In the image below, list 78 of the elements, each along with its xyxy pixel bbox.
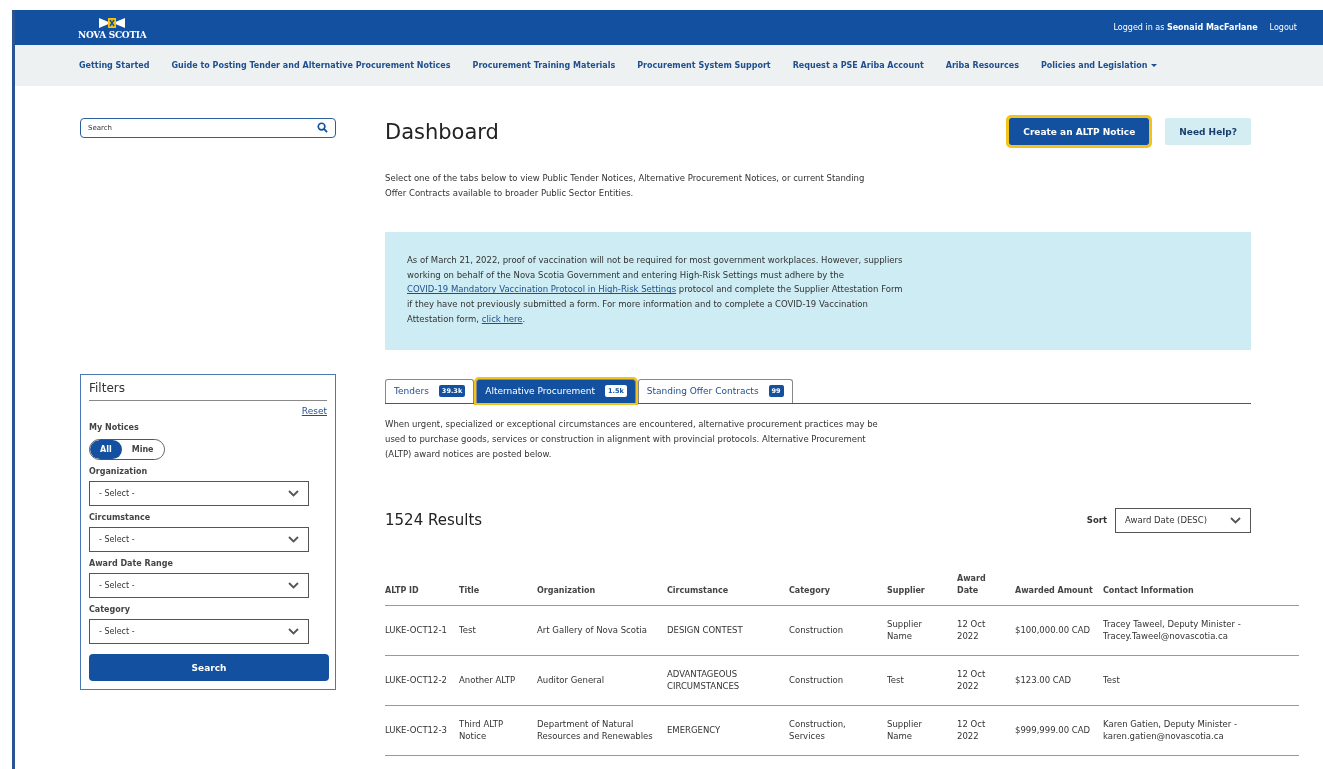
chevron-icon: [1230, 516, 1241, 524]
nav-link[interactable]: Guide to Posting Tender and Alternative Procurement Notices: [171, 61, 451, 70]
table-cell: Construction, Services: [789, 718, 846, 741]
table-cell: LUKE-OCT12-2: [385, 674, 447, 685]
select-dropdown[interactable]: - Select -: [89, 619, 309, 644]
table-cell: $100,000.00 CAD: [1015, 624, 1091, 635]
search-button[interactable]: Search: [89, 654, 329, 681]
reset-link[interactable]: Reset: [301, 406, 327, 416]
table-cell: Supplier Name: [887, 618, 923, 641]
table-cell: Test: [459, 624, 476, 635]
column-header: Contact Information: [1103, 586, 1194, 595]
chevron-icon: [288, 582, 299, 589]
filter-label: Category: [89, 605, 131, 614]
column-header: Organization: [537, 586, 596, 595]
tab-description: When urgent, specialized or exceptional circumstances are encountered, alternative procurement practices may be used to purchase goods, services or construction in alignment with provincial protocols. Alternative Procurement (ALTP) award notices are posted below.: [385, 417, 879, 461]
search-icon: [317, 122, 328, 133]
alert-link[interactable]: COVID-19 Mandatory Vaccination Protocol in High-Risk Settings: [407, 284, 677, 295]
select-dropdown[interactable]: - Select -: [89, 527, 309, 552]
create-notice-button[interactable]: Create an ALTP Notice: [1009, 118, 1150, 145]
results-count: 1524 Results: [385, 511, 483, 529]
logout-link[interactable]: Logout: [1269, 23, 1297, 32]
filter-label: Circumstance: [89, 513, 152, 522]
caret-icon: [1150, 64, 1157, 67]
select-dropdown[interactable]: - Select -: [89, 481, 309, 506]
help-button[interactable]: Need Help?: [1165, 118, 1251, 145]
toggle-option[interactable]: All: [90, 440, 122, 459]
sort-label: Sort: [1086, 515, 1107, 525]
nav-link[interactable]: Policies and Legislation: [1040, 61, 1157, 70]
nav-link[interactable]: Request a PSE Ariba Account: [792, 61, 924, 70]
column-header: Title: [459, 586, 480, 595]
alert-link[interactable]: click here: [481, 313, 523, 324]
table-cell: LUKE-OCT12-1: [385, 624, 447, 635]
table-cell: EMERGENCY: [667, 724, 721, 735]
filter-label: Organization: [89, 467, 149, 476]
column-header: ALTP ID: [385, 586, 419, 595]
nav-link[interactable]: Procurement Training Materials: [472, 61, 616, 70]
table-cell: 12 Oct 2022: [957, 618, 986, 641]
table-cell: 12 Oct 2022: [957, 668, 986, 691]
chevron-icon: [288, 628, 299, 635]
sort-dropdown[interactable]: Award Date (DESC): [1115, 507, 1251, 533]
nav-link[interactable]: Procurement System Support: [637, 61, 771, 70]
table-cell: ADVANTAGEOUS CIRCUMSTANCES: [667, 668, 740, 691]
column-header: Award Date: [957, 573, 986, 595]
table-cell: Department of Natural Resources and Renewables: [537, 718, 653, 741]
nav-link[interactable]: Getting Started: [79, 61, 150, 70]
column-header: Category: [789, 586, 830, 595]
select-dropdown[interactable]: - Select -: [89, 573, 309, 598]
column-header: Circumstance: [667, 586, 729, 595]
table-cell: Art Gallery of Nova Scotia: [537, 624, 647, 635]
table-cell: Third ALTP Notice: [459, 718, 504, 741]
chevron-icon: [288, 536, 299, 543]
page-title: Dashboard: [385, 119, 499, 144]
table-cell: Tracey Taweel, Deputy Minister - Tracey.Taweel@novascotia.ca: [1103, 618, 1241, 641]
table-cell: Another ALTP: [459, 674, 516, 685]
alert-text: As of March 21, 2022, proof of vaccination will not be required for most government workplaces. However, suppliers working on behalf of the Nova Scotia Government and entering High-Risk Settings must adhere by the COVID-19 Mandatory Vaccination Protocol in High-Risk Settings protocol and complete the Supplier Attestation Form if they have not previously submitted a form. For more information and to complete a COVID-19 Vaccination Attestation form, click here.: [407, 254, 904, 326]
table-cell: Construction: [789, 624, 844, 635]
table-cell: Auditor General: [537, 674, 605, 685]
intro-text: Select one of the tabs below to view Public Tender Notices, Alternative Procurement Notices, or current Standing Offer Contracts available to broader Public Sector Entities.: [385, 172, 866, 200]
table-cell: Test: [1103, 674, 1120, 685]
filter-label: My Notices: [89, 423, 140, 432]
table-cell: 12 Oct 2022: [957, 718, 986, 741]
logged-in-user: Logged in as Seonaid MacFarlane: [1113, 23, 1258, 32]
table-cell: $123.00 CAD: [1015, 674, 1072, 685]
nav-link[interactable]: Ariba Resources: [945, 61, 1019, 70]
table-cell: $999,999.00 CAD: [1015, 724, 1091, 735]
table-cell: Supplier Name: [887, 718, 923, 741]
table-cell: Test: [887, 674, 904, 685]
logo-text: NOVA SCOTIA: [78, 29, 147, 40]
filter-label: Award Date Range: [89, 559, 174, 568]
column-header: Awarded Amount: [1015, 586, 1093, 595]
column-header: Supplier: [887, 586, 925, 595]
table-cell: Construction: [789, 674, 844, 685]
table-cell: Karen Gatien, Deputy Minister - karen.gatien@novascotia.ca: [1103, 718, 1238, 741]
table-cell: DESIGN CONTEST: [667, 624, 743, 635]
flag-icon: [97, 15, 128, 30]
filters-title: Filters: [89, 381, 327, 401]
chevron-icon: [288, 490, 299, 497]
table-cell: LUKE-OCT12-3: [385, 724, 447, 735]
